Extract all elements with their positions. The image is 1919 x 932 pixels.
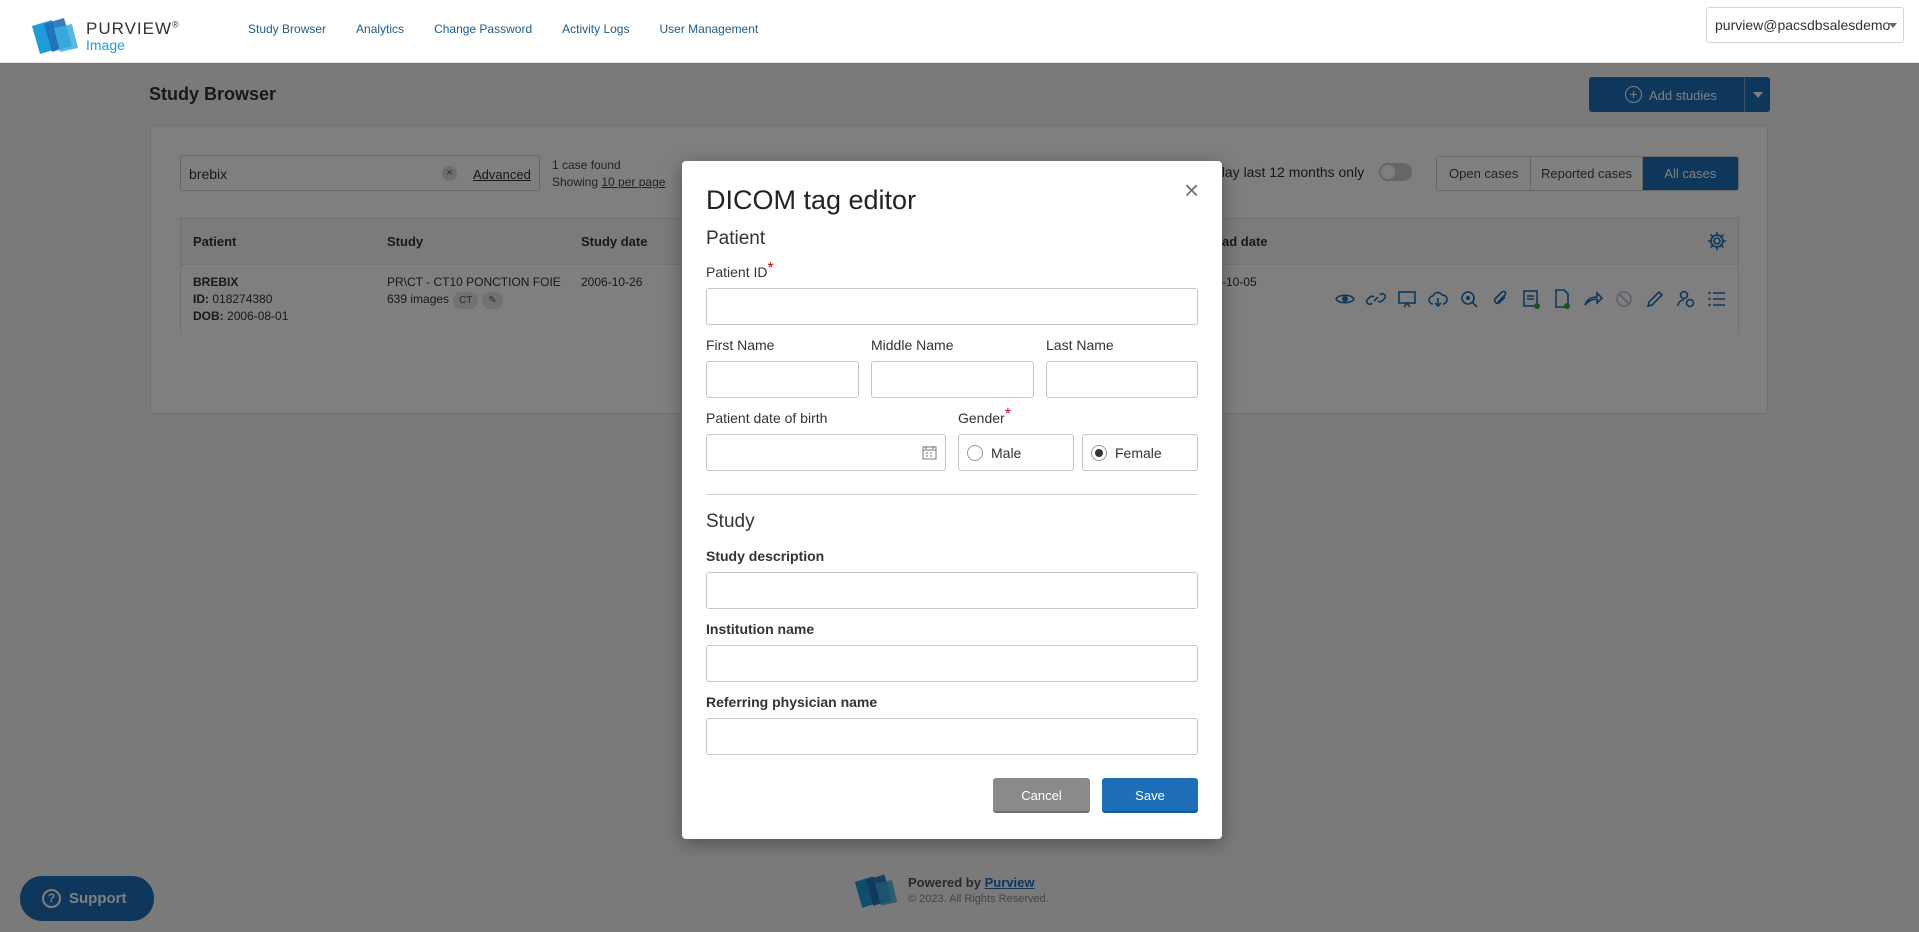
- nav-study-browser[interactable]: Study Browser: [248, 22, 326, 36]
- main-nav: Study Browser Analytics Change Password …: [248, 22, 758, 36]
- logo-wordmark: PURVIEW®: [86, 19, 180, 38]
- patient-id-field[interactable]: [706, 288, 1198, 325]
- referring-physician-label: Referring physician name: [706, 694, 878, 710]
- institution-name-field[interactable]: [706, 645, 1198, 682]
- user-account-select[interactable]: purview@pacsdbsalesdemo: [1706, 7, 1904, 43]
- middle-name-label: Middle Name: [871, 337, 954, 353]
- radio-male[interactable]: [967, 445, 983, 461]
- required-mark: *: [1004, 406, 1011, 423]
- dialog-title: DICOM tag editor: [706, 185, 917, 215]
- last-name-field[interactable]: [1046, 361, 1198, 398]
- purview-logo-icon: [32, 18, 78, 54]
- referring-physician-field[interactable]: [706, 718, 1198, 755]
- gender-label: Gender*: [958, 406, 1011, 426]
- save-button[interactable]: Save: [1102, 778, 1198, 813]
- institution-name-label: Institution name: [706, 621, 815, 637]
- patient-section-heading: Patient: [706, 228, 766, 249]
- nav-activity-logs[interactable]: Activity Logs: [562, 22, 629, 36]
- first-name-label: First Name: [706, 337, 775, 353]
- calendar-icon[interactable]: [922, 445, 937, 460]
- close-icon[interactable]: ×: [1184, 177, 1199, 203]
- top-navigation-bar: PURVIEW® Image Study Browser Analytics C…: [0, 0, 1919, 63]
- patient-id-label: Patient ID*: [706, 260, 774, 280]
- cancel-button[interactable]: Cancel: [993, 778, 1090, 813]
- required-mark: *: [767, 260, 774, 277]
- section-divider: [706, 494, 1198, 495]
- first-name-field[interactable]: [706, 361, 859, 398]
- nav-user-management[interactable]: User Management: [659, 22, 758, 36]
- study-description-field[interactable]: [706, 572, 1198, 609]
- nav-change-password[interactable]: Change Password: [434, 22, 532, 36]
- chevron-down-icon: [1889, 23, 1897, 28]
- dob-label: Patient date of birth: [706, 410, 828, 426]
- radio-female[interactable]: [1091, 445, 1107, 461]
- dicom-tag-editor-dialog: DICOM tag editor × Patient Patient ID* F…: [682, 161, 1222, 839]
- study-description-label: Study description: [706, 548, 825, 564]
- gender-female-option[interactable]: Female: [1082, 434, 1198, 471]
- gender-female-label: Female: [1115, 445, 1162, 461]
- logo-subtitle: Image: [86, 37, 125, 53]
- purview-logo[interactable]: PURVIEW® Image: [30, 18, 180, 56]
- gender-male-option[interactable]: Male: [958, 434, 1074, 471]
- last-name-label: Last Name: [1046, 337, 1114, 353]
- dob-field[interactable]: [706, 434, 946, 471]
- user-account-value: purview@pacsdbsalesdemo: [1715, 17, 1891, 33]
- gender-male-label: Male: [991, 445, 1022, 461]
- middle-name-field[interactable]: [871, 361, 1034, 398]
- study-section-heading: Study: [706, 511, 755, 532]
- nav-analytics[interactable]: Analytics: [356, 22, 404, 36]
